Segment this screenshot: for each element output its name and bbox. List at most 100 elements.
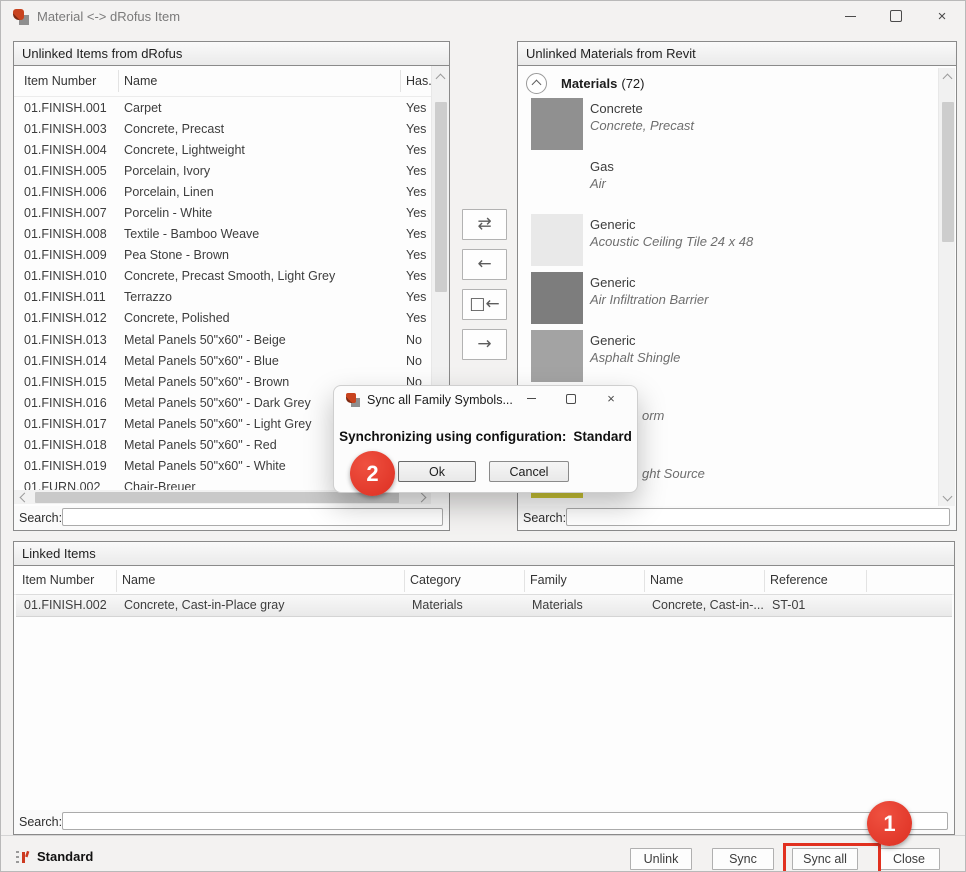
column-header-item-number[interactable]: Item Number [22,573,94,587]
scroll-up-icon[interactable] [939,70,955,86]
cell: Metal Panels 50"x60" - Red [124,435,277,456]
drofus-item-row[interactable]: 01.FINISH.012Concrete, PolishedYes [14,308,431,329]
drofus-item-row[interactable]: 01.FINISH.009Pea Stone - BrownYes [14,245,431,266]
cell: No [406,351,422,372]
dialog-controls: × [511,386,631,411]
scroll-left-icon[interactable] [16,489,32,505]
material-name: Generic [590,217,636,232]
search-input[interactable] [62,812,948,830]
cell: Concrete, Precast Smooth, Light Grey [124,266,335,287]
cell: 01.FINISH.004 [24,140,107,161]
drofus-item-row[interactable]: 01.FINISH.011TerrazzoYes [14,287,431,308]
cell: Yes [406,245,426,266]
drofus-item-row[interactable]: 01.FINISH.013 Metal Panels 50"x60" - Beig… [14,330,431,351]
material-subtitle: Concrete, Precast [590,118,694,133]
column-header-reference[interactable]: Reference [770,573,828,587]
column-header-name[interactable]: Name [124,74,157,88]
drofus-item-row[interactable]: 01.FINISH.007Porcelin - WhiteYes [14,203,431,224]
scroll-down-icon[interactable] [939,488,955,504]
material-item[interactable]: ConcreteConcrete, Precast [518,98,938,156]
minimize-button[interactable] [511,386,551,411]
vertical-scrollbar[interactable] [938,68,955,506]
cell: Textile - Bamboo Weave [124,224,259,245]
group-label: Materials [561,76,617,91]
cell: Materials [412,595,463,616]
drofus-item-row[interactable]: 01.FINISH.005Porcelain, IvoryYes [14,161,431,182]
column-header-name2[interactable]: Name [650,573,683,587]
table-header: Item Number Name Category Family Name Re… [14,566,954,595]
cell: Concrete, Polished [124,308,230,329]
cell: Metal Panels 50"x60" - Beige [124,330,286,351]
ok-button[interactable]: Ok [398,461,476,482]
link-both-button[interactable]: ⇄ [462,209,507,240]
scrollbar-thumb[interactable] [942,102,954,242]
cell: 01.FINISH.013 [24,330,107,351]
material-item[interactable]: GenericAcoustic Ceiling Tile 24 x 48 [518,214,938,272]
column-header-item-number[interactable]: Item Number [24,74,96,88]
configuration-icon [15,849,31,865]
window-controls: × [827,1,965,31]
material-name: Gas [590,159,614,174]
arrow-right-icon: → [477,336,491,353]
maximize-button[interactable] [873,1,919,31]
close-button[interactable]: × [919,1,965,31]
column-header-family[interactable]: Family [530,573,567,587]
linked-item-row[interactable]: 01.FINISH.002Concrete, Cast-in-Place gra… [16,594,952,617]
close-icon: × [938,9,947,24]
cell: 01.FINISH.010 [24,266,107,287]
annotation-badge-1: 1 [867,801,912,846]
cell: 01.FURN.002 [24,477,100,490]
minimize-button[interactable] [827,1,873,31]
cell: 01.FINISH.007 [24,203,107,224]
material-swatch [531,214,583,266]
link-left-button[interactable]: ← [462,249,507,280]
cell: 01.FINISH.019 [24,456,107,477]
unlink-button[interactable]: Unlink [630,848,692,870]
search-input[interactable] [566,508,950,526]
material-name: Generic [590,275,636,290]
drofus-item-row[interactable]: 01.FINISH.008Textile - Bamboo WeaveYes [14,224,431,245]
window-title: Material <-> dRofus Item [37,9,180,24]
material-item[interactable]: GasAir [518,156,938,214]
material-item[interactable]: GenericAsphalt Shingle [518,330,938,388]
drofus-item-row[interactable]: 01.FINISH.004Concrete, LightweightYes [14,140,431,161]
maximize-button[interactable] [551,386,591,411]
sync-button[interactable]: Sync [712,848,774,870]
column-header-category[interactable]: Category [410,573,461,587]
scrollbar-thumb[interactable] [435,102,447,292]
link-right-button[interactable]: → [462,329,507,360]
cell: Metal Panels 50"x60" - Light Grey [124,414,311,435]
cell: 01.FINISH.008 [24,224,107,245]
scrollbar-thumb[interactable] [35,492,399,503]
cell: No [406,330,422,351]
cell: Yes [406,203,426,224]
material-swatch [531,272,583,324]
materials-group-header[interactable]: Materials (72) [526,72,645,94]
search-input[interactable] [62,508,443,526]
minimize-icon [527,398,536,399]
cell: 01.FINISH.003 [24,119,107,140]
cell: Pea Stone - Brown [124,245,229,266]
cancel-button[interactable]: Cancel [489,461,569,482]
cell: 01.FINISH.015 [24,372,107,393]
dialog-title: Sync all Family Symbols... [367,393,513,407]
drofus-item-row[interactable]: 01.FINISH.010 Concrete, Precast Smooth, L… [14,266,431,287]
material-subtitle: Asphalt Shingle [590,350,680,365]
drofus-item-row[interactable]: 01.FINISH.003Concrete, PrecastYes [14,119,431,140]
panel-title: Unlinked Items from dRofus [14,42,449,66]
scroll-up-icon[interactable] [432,70,448,86]
link-left-new-button[interactable]: □← [462,289,507,320]
collapse-chevron-icon[interactable] [526,73,547,94]
drofus-item-row[interactable]: 01.FINISH.014Metal Panels 50"x60" - Blue… [14,351,431,372]
column-header-name[interactable]: Name [122,573,155,587]
material-swatch [531,330,583,382]
close-button[interactable]: Close [878,848,940,870]
drofus-item-row[interactable]: 01.FINISH.006Porcelain, LinenYes [14,182,431,203]
close-button[interactable]: × [591,386,631,411]
column-header-has[interactable]: Has. [406,74,432,88]
search-row: Search: [518,506,956,530]
drofus-item-row[interactable]: 01.FINISH.001CarpetYes [14,98,431,119]
annotation-badge-2: 2 [350,451,395,496]
material-item[interactable]: GenericAir Infiltration Barrier [518,272,938,330]
cell: Metal Panels 50"x60" - White [124,456,286,477]
